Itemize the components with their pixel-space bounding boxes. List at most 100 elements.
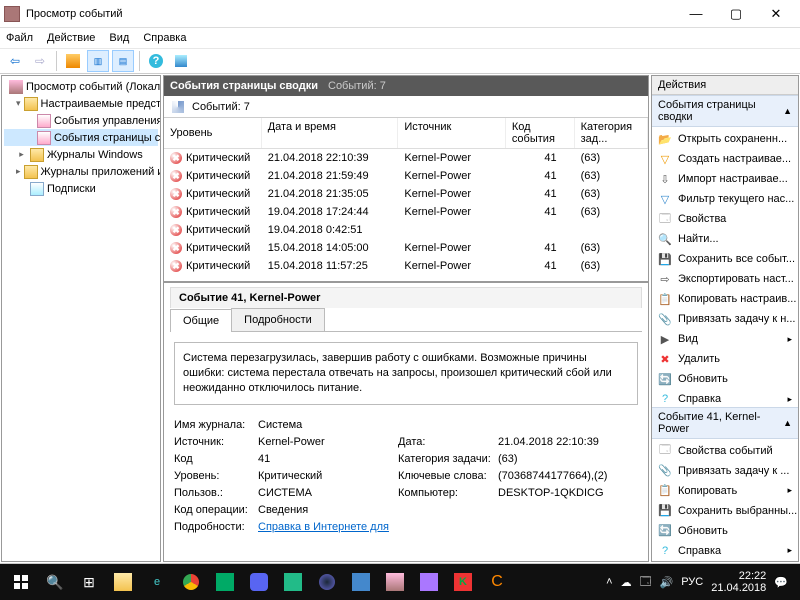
search-button[interactable]: 🔍	[38, 566, 72, 598]
tree-applogs[interactable]: ▸Журналы приложений и сл	[4, 163, 158, 180]
action-help[interactable]: ?Справка▸	[652, 389, 798, 407]
forward-button[interactable]: ⇨	[29, 50, 51, 72]
tray-volume-icon[interactable]: 🔊	[660, 576, 674, 589]
action-copy2[interactable]: 📋Копировать▸	[652, 481, 798, 501]
system-tray[interactable]: ˄ ☁ 🗔 🔊 РУС 22:2221.04.2018 💬	[598, 570, 796, 594]
event-table: Уровень Дата и время Источник Код событи…	[164, 118, 648, 275]
copy-icon: 📋	[658, 292, 672, 306]
app-store[interactable]	[208, 566, 242, 598]
table-row[interactable]: ✖Критический21.04.2018 21:35:05Kernel-Po…	[164, 185, 648, 203]
import-icon: ⇩	[658, 172, 672, 186]
tab-general[interactable]: Общие	[170, 309, 232, 332]
col-source[interactable]: Источник	[398, 118, 505, 148]
app-discord[interactable]	[242, 566, 276, 598]
tray-network-icon[interactable]: 🗔	[640, 573, 652, 592]
action-save[interactable]: 💾Сохранить все событ...	[652, 249, 798, 269]
action-open[interactable]: 📂Открыть сохраненн...	[652, 129, 798, 149]
action-help[interactable]: ?Справка▸	[652, 541, 798, 561]
eventviewer-icon	[9, 80, 23, 94]
tree-winlogs[interactable]: ▸Журналы Windows	[4, 146, 158, 163]
start-button[interactable]	[4, 566, 38, 598]
action-import[interactable]: ⇩Импорт настраивае...	[652, 169, 798, 189]
col-code[interactable]: Код события	[506, 118, 575, 148]
filter-button[interactable]	[170, 50, 192, 72]
table-row[interactable]: ✖Критический21.04.2018 22:10:39Kernel-Po…	[164, 149, 648, 167]
app-generic2[interactable]	[344, 566, 378, 598]
app-snip[interactable]	[412, 566, 446, 598]
action-view[interactable]: ▶Вид▸	[652, 329, 798, 349]
action-del[interactable]: ✖Удалить	[652, 349, 798, 369]
action-funnel[interactable]: ▽Создать настраивае...	[652, 149, 798, 169]
actions-panel: Действия События страницы сводки▲ 📂Откры…	[651, 75, 799, 562]
menu-help[interactable]: Справка	[143, 32, 186, 44]
app-explorer[interactable]	[106, 566, 140, 598]
tray-clock[interactable]: 22:2221.04.2018	[711, 570, 766, 594]
app-ccleaner[interactable]: C	[480, 566, 514, 598]
app-chrome[interactable]	[174, 566, 208, 598]
tray-cloud-icon[interactable]: ☁	[621, 576, 632, 589]
view-list-button[interactable]: ▥	[87, 50, 109, 72]
help-icon: ?	[658, 544, 672, 558]
table-row[interactable]: ✖Критический21.04.2018 21:59:49Kernel-Po…	[164, 167, 648, 185]
open-icon: 📂	[658, 132, 672, 146]
table-row[interactable]: ✖Критический19.04.2018 17:24:44Kernel-Po…	[164, 203, 648, 221]
filter-bar: Событий: 7	[164, 96, 648, 118]
event-properties: Имя журнала:Система Источник:Kernel-Powe…	[170, 415, 642, 533]
tray-lang[interactable]: РУС	[681, 576, 703, 588]
app-generic1[interactable]	[276, 566, 310, 598]
save-icon: 💾	[658, 504, 672, 518]
online-help-link[interactable]: Справка в Интернете для	[258, 521, 398, 533]
maximize-button[interactable]: ▢	[716, 1, 756, 27]
props-icon: 🗔	[658, 212, 672, 226]
action-filter[interactable]: ▽Фильтр текущего нас...	[652, 189, 798, 209]
action-refresh[interactable]: 🔄Обновить	[652, 369, 798, 389]
action-export[interactable]: ⇨Экспортировать наст...	[652, 269, 798, 289]
action-refresh[interactable]: 🔄Обновить	[652, 521, 798, 541]
app-edge[interactable]: e	[140, 566, 174, 598]
col-category[interactable]: Категория зад...	[575, 118, 648, 148]
col-level[interactable]: Уровень	[164, 118, 262, 148]
app-steam[interactable]	[310, 566, 344, 598]
tab-details[interactable]: Подробности	[231, 308, 325, 331]
help-icon: ?	[658, 392, 672, 406]
tree-custom[interactable]: ▾Настраиваемые представл	[4, 95, 158, 112]
action-props[interactable]: 🗔Свойства событий	[652, 441, 798, 461]
app-icon	[4, 6, 20, 22]
tray-up-icon[interactable]: ˄	[606, 576, 612, 588]
table-row[interactable]: ✖Критический15.04.2018 11:57:25Kernel-Po…	[164, 257, 648, 275]
action-copy[interactable]: 📋Копировать настраив...	[652, 289, 798, 309]
show-tree-button[interactable]	[62, 50, 84, 72]
taskview-button[interactable]: ⊞	[72, 566, 106, 598]
tree-summary[interactable]: События страницы свод	[4, 129, 158, 146]
del-icon: ✖	[658, 352, 672, 366]
tray-notifications-icon[interactable]: 💬	[774, 576, 788, 589]
close-button[interactable]: ✕	[756, 1, 796, 27]
help-button[interactable]: ?	[145, 50, 167, 72]
refresh-icon: 🔄	[658, 372, 672, 386]
action-task[interactable]: 📎Привязать задачу к ...	[652, 461, 798, 481]
table-row[interactable]: ✖Критический15.04.2018 14:05:00Kernel-Po…	[164, 239, 648, 257]
view-detail-button[interactable]: ▤	[112, 50, 134, 72]
tree-root[interactable]: Просмотр событий (Локальны	[4, 78, 158, 95]
taskbar: 🔍 ⊞ e K C ˄ ☁ 🗔 🔊 РУС 22:2221.04.2018 💬	[0, 564, 800, 600]
error-icon: ✖	[170, 206, 182, 218]
table-header: Уровень Дата и время Источник Код событи…	[164, 118, 648, 149]
menu-file[interactable]: Файл	[6, 32, 33, 44]
action-find[interactable]: 🔍Найти...	[652, 229, 798, 249]
action-save[interactable]: 💾Сохранить выбранны...	[652, 501, 798, 521]
view-icon	[37, 131, 51, 145]
menu-action[interactable]: Действие	[47, 32, 95, 44]
back-button[interactable]: ⇦	[4, 50, 26, 72]
tree-mgmt[interactable]: События управления	[4, 112, 158, 129]
app-kaspersky[interactable]: K	[446, 566, 480, 598]
action-props[interactable]: 🗔Свойства	[652, 209, 798, 229]
menu-view[interactable]: Вид	[109, 32, 129, 44]
col-datetime[interactable]: Дата и время	[262, 118, 399, 148]
tree-subs[interactable]: Подписки	[4, 180, 158, 197]
funnel-icon: ▽	[658, 152, 672, 166]
app-eventviewer[interactable]	[378, 566, 412, 598]
table-row[interactable]: ✖Критический19.04.2018 0:42:51	[164, 221, 648, 239]
minimize-button[interactable]: —	[676, 1, 716, 27]
action-task[interactable]: 📎Привязать задачу к н...	[652, 309, 798, 329]
error-icon: ✖	[170, 152, 182, 164]
